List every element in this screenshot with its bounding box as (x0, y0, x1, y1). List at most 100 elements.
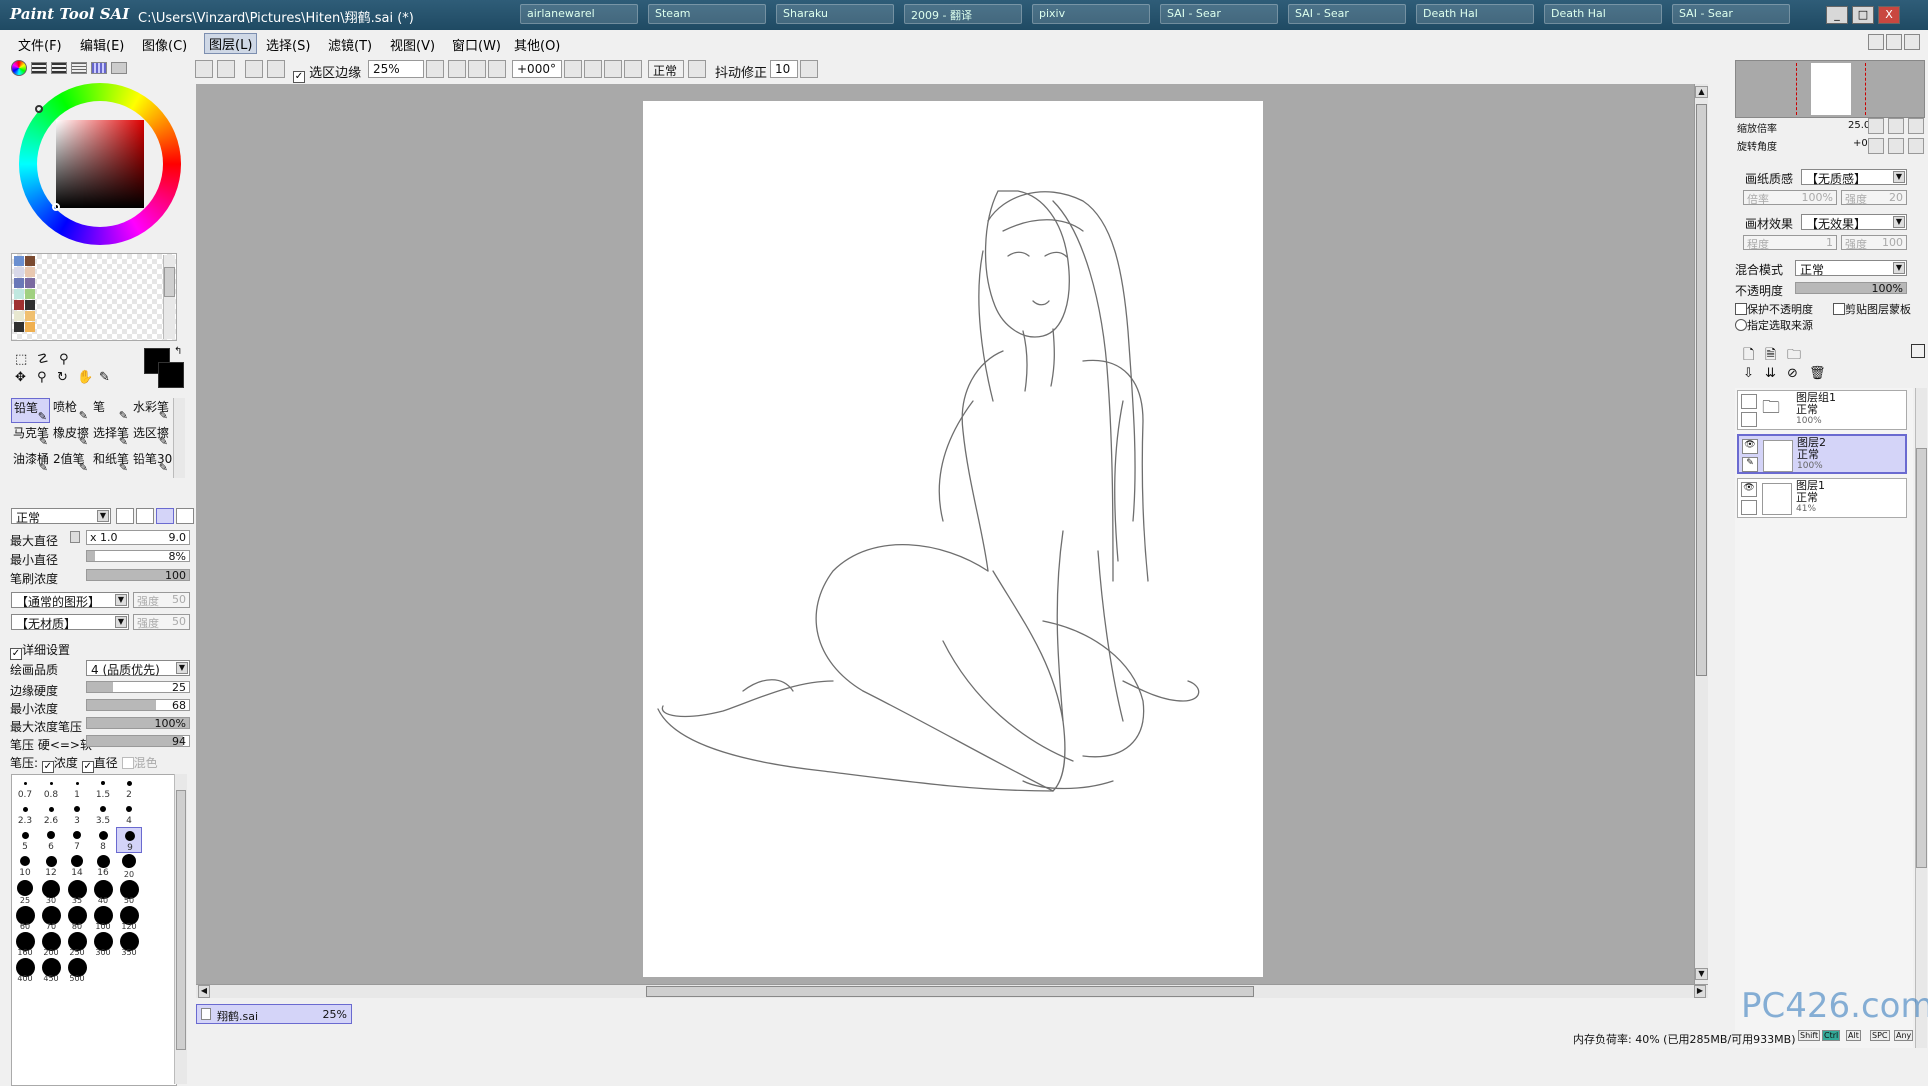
layer-blend-select[interactable]: 正常 ▼ (1795, 260, 1907, 277)
brush-size-cell[interactable]: 60 (12, 905, 38, 931)
brush-texture-select[interactable]: 【无材质】 ▼ (11, 614, 129, 631)
rotation-field[interactable]: +000° (512, 60, 562, 78)
clear-layer-icon[interactable]: ⊘ (1787, 366, 1798, 381)
scroll-up-icon[interactable]: ▲ (1695, 86, 1708, 98)
selection-edge-checkbox[interactable]: ✓ (293, 71, 305, 83)
rotate-left-icon[interactable] (584, 60, 602, 78)
pressure-blend-checkbox[interactable] (121, 757, 134, 769)
scroll-down-icon[interactable]: ▼ (1695, 968, 1708, 980)
transfer-down-icon[interactable]: ⇩ (1743, 366, 1754, 381)
visibility-eye-icon[interactable]: 👁 (1741, 482, 1757, 497)
scroll-thumb[interactable] (1696, 104, 1707, 676)
brush-size-cell[interactable]: 16 (90, 853, 116, 879)
menu-item[interactable]: 图层(L) (204, 33, 258, 54)
tool-preset[interactable]: 橡皮擦 ✎ (51, 424, 90, 449)
taskbar-button[interactable]: 2009 - 翻译 (904, 4, 1022, 24)
menu-item[interactable]: 滤镜(T) (328, 35, 372, 54)
stabilizer-dropdown-icon[interactable] (800, 60, 818, 78)
tool-preset[interactable]: 马克笔 ✎ (11, 424, 50, 449)
pressure-hardness-slider[interactable]: 94 (86, 735, 190, 748)
brush-size-cell[interactable]: 50 (116, 879, 142, 905)
pressure-density-checkbox[interactable]: ✓ (41, 761, 54, 773)
taskbar-button[interactable]: airlanewarel (520, 4, 638, 24)
move-icon[interactable]: ✥ (15, 370, 26, 385)
color-wheel-mode-icon[interactable] (11, 60, 27, 76)
zoom-out-icon[interactable] (448, 60, 466, 78)
flip-icon[interactable] (688, 60, 706, 78)
brush-size-cell[interactable]: 5 (12, 827, 38, 853)
menu-item[interactable]: 选择(S) (266, 35, 310, 54)
visibility-eye-icon[interactable]: 👁 (1742, 439, 1758, 454)
canvas-vertical-scrollbar[interactable]: ▲ ▼ (1694, 84, 1708, 994)
quality-select[interactable]: 4 (品质优先) ▼ (86, 660, 190, 677)
max-diameter-field[interactable]: x 1.0 9.0 (86, 530, 190, 545)
brush-size-cell[interactable]: 3.5 (90, 801, 116, 827)
menu-item[interactable]: 图像(C) (142, 35, 187, 54)
tool-preset[interactable]: 铅笔 ✎ (11, 398, 50, 423)
canvas-area[interactable]: ▲ ▼ (196, 84, 1708, 994)
hand-icon[interactable]: ✋ (77, 370, 93, 385)
undo-icon[interactable] (195, 60, 213, 78)
taskbar-button[interactable]: Death Hal (1416, 4, 1534, 24)
brush-size-cell[interactable]: 3 (64, 801, 90, 827)
close-button[interactable]: X (1878, 6, 1900, 24)
protect-opacity-checkbox[interactable] (1735, 303, 1747, 315)
swatch-scrollbar[interactable] (163, 255, 175, 339)
color-swatch[interactable] (14, 256, 24, 266)
clip-layer-toggle[interactable]: 剪贴图层蒙板 (1833, 301, 1911, 317)
brush-size-cell[interactable]: 0.7 (12, 775, 38, 801)
brush-size-cell[interactable]: 25 (12, 879, 38, 905)
scratchpad-mode-icon[interactable] (111, 62, 127, 74)
layer-row[interactable]: 🗀 图层组1 正常 100% (1737, 390, 1907, 430)
brush-size-cell[interactable]: 100 (90, 905, 116, 931)
tool-grid-scrollbar[interactable] (173, 398, 185, 478)
color-swatch[interactable] (25, 311, 35, 321)
zoom-field[interactable]: 25% (368, 60, 424, 78)
color-swatch[interactable] (25, 256, 35, 266)
color-swatch[interactable] (25, 300, 35, 310)
brush-blend-select[interactable]: 正常 ▼ (11, 508, 111, 525)
stabilizer-field[interactable]: 10 (770, 60, 798, 78)
color-swatch[interactable] (25, 289, 35, 299)
brush-size-cell[interactable]: 20 (116, 853, 142, 879)
mdi-minimize-icon[interactable] (1868, 34, 1884, 50)
color-swatch[interactable] (25, 322, 35, 332)
zoom-icon[interactable]: ⚲ (37, 370, 47, 385)
selection-source-radio[interactable] (1735, 319, 1747, 331)
tool-preset[interactable]: 铅笔30 ✎ (131, 450, 172, 475)
swap-colors-icon[interactable]: ↰ (174, 346, 182, 357)
brush-size-cell[interactable]: 6 (38, 827, 64, 853)
redo-icon[interactable] (217, 60, 235, 78)
brush-size-cell[interactable]: 4 (116, 801, 142, 827)
rotate-reset-icon[interactable] (624, 60, 642, 78)
rotate-icon[interactable]: ↻ (57, 370, 68, 385)
brush-size-cell[interactable]: 160 (12, 931, 38, 957)
details-toggle[interactable]: ✓ 详细设置 (10, 641, 70, 660)
eyedropper-icon[interactable]: ✎ (99, 370, 110, 385)
taskbar-button[interactable]: Sharaku (776, 4, 894, 24)
brush-size-cell[interactable]: 1 (64, 775, 90, 801)
brush-size-cell[interactable]: 500 (64, 957, 90, 983)
minimize-button[interactable]: _ (1826, 6, 1848, 24)
protect-opacity-toggle[interactable]: 保护不透明度 (1735, 301, 1813, 317)
tool-preset[interactable]: 油漆桶 ✎ (11, 450, 50, 475)
document-tab[interactable]: 翔鹤.sai 25% (196, 1004, 352, 1024)
color-swatch[interactable] (14, 322, 24, 332)
lasso-icon[interactable]: ☡ (37, 352, 49, 367)
zoom-in-icon[interactable] (468, 60, 486, 78)
mdi-restore-icon[interactable] (1886, 34, 1902, 50)
tool-preset[interactable]: 和纸笔 ✎ (91, 450, 130, 475)
rotation-dropdown-icon[interactable] (564, 60, 582, 78)
nav-rotate-left-icon[interactable] (1868, 138, 1884, 154)
deselect-icon[interactable] (245, 60, 263, 78)
tool-preset[interactable]: 2值笔 ✎ (51, 450, 90, 475)
zoom-reset-icon[interactable] (488, 60, 506, 78)
maximize-button[interactable]: □ (1852, 6, 1874, 24)
brush-size-cell[interactable]: 300 (90, 931, 116, 957)
menu-item[interactable]: 其他(O) (514, 35, 560, 54)
brush-size-cell[interactable]: 10 (12, 853, 38, 879)
secondary-color[interactable] (158, 362, 184, 388)
brush-size-cell[interactable]: 120 (116, 905, 142, 931)
navigator-viewport[interactable] (1796, 63, 1866, 115)
zoom-dropdown-icon[interactable] (426, 60, 444, 78)
